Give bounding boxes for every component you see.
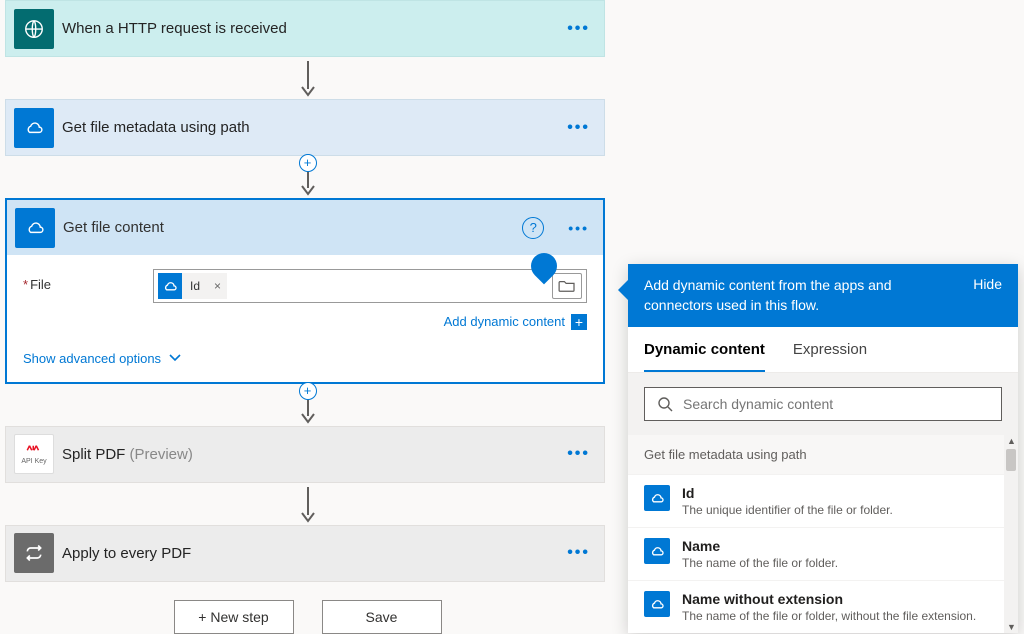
dynamic-content-panel: Add dynamic content from the apps and co…	[628, 264, 1018, 633]
item-name: Name without extension	[682, 591, 976, 607]
more-menu-icon[interactable]: •••	[553, 20, 604, 38]
more-menu-icon[interactable]: •••	[553, 445, 604, 463]
param-label: *File	[23, 269, 153, 292]
cloud-icon	[644, 538, 670, 564]
more-menu-icon[interactable]: •••	[553, 544, 604, 562]
scrollbar[interactable]: ▲ ▼	[1004, 435, 1018, 633]
tab-dynamic-content[interactable]: Dynamic content	[644, 327, 765, 372]
folder-picker-button[interactable]	[552, 273, 582, 299]
insert-step-button[interactable]: +	[299, 382, 317, 400]
insert-step-button[interactable]: +	[299, 154, 317, 172]
step-split-pdf[interactable]: API Key Split PDF (Preview) •••	[5, 426, 605, 483]
hide-panel-button[interactable]: Hide	[973, 276, 1002, 292]
item-name: Id	[682, 485, 893, 501]
panel-header: Add dynamic content from the apps and co…	[628, 264, 1018, 327]
step-http-trigger[interactable]: When a HTTP request is received •••	[5, 0, 605, 57]
connector-arrow	[5, 483, 610, 525]
dynamic-content-item[interactable]: Name without extension The name of the fi…	[628, 580, 1018, 633]
add-dynamic-content-link[interactable]: Add dynamic content +	[444, 314, 587, 330]
more-menu-icon[interactable]: •••	[554, 220, 603, 236]
step-title: Get file content	[63, 219, 522, 236]
cloud-icon	[15, 208, 55, 248]
step-header[interactable]: Get file content ? •••	[7, 200, 603, 255]
search-icon	[657, 396, 673, 412]
show-advanced-options-link[interactable]: Show advanced options	[23, 351, 181, 366]
connector-arrow: +	[5, 156, 610, 198]
plus-icon: +	[571, 314, 587, 330]
item-description: The name of the file or folder, without …	[682, 609, 976, 623]
file-input[interactable]: Id ×	[153, 269, 587, 303]
step-title: Get file metadata using path	[62, 119, 553, 136]
token-label: Id	[182, 279, 208, 293]
cloud-icon	[158, 273, 182, 299]
step-title: Apply to every PDF	[62, 545, 553, 562]
save-button[interactable]: Save	[322, 600, 442, 634]
more-menu-icon[interactable]: •••	[553, 119, 604, 137]
tab-expression[interactable]: Expression	[793, 327, 867, 372]
step-title: Split PDF (Preview)	[62, 446, 553, 463]
step-title: When a HTTP request is received	[62, 20, 553, 37]
token-remove-icon[interactable]: ×	[208, 279, 227, 293]
loop-icon	[14, 533, 54, 573]
search-field[interactable]	[683, 396, 989, 412]
panel-description: Add dynamic content from the apps and co…	[644, 276, 957, 315]
scrollbar-thumb[interactable]	[1006, 449, 1016, 471]
scroll-down-icon[interactable]: ▼	[1007, 622, 1016, 632]
help-icon[interactable]: ?	[522, 217, 544, 239]
chevron-down-icon	[169, 354, 181, 362]
cloud-icon	[644, 485, 670, 511]
globe-icon	[14, 9, 54, 49]
item-name: Name	[682, 538, 838, 554]
footer-actions: + New step Save	[5, 582, 610, 634]
scroll-up-icon[interactable]: ▲	[1007, 436, 1016, 446]
api-key-icon: API Key	[14, 434, 54, 474]
panel-tabs: Dynamic content Expression	[628, 327, 1018, 373]
step-get-metadata[interactable]: Get file metadata using path •••	[5, 99, 605, 156]
cloud-icon	[644, 591, 670, 617]
group-header: Get file metadata using path	[628, 435, 1018, 474]
token-id[interactable]: Id ×	[158, 273, 227, 299]
param-file: *File Id ×	[23, 269, 587, 330]
step-get-file-content: Get file content ? ••• *File Id ×	[5, 198, 605, 384]
cloud-icon	[14, 108, 54, 148]
connector-arrow: +	[5, 384, 610, 426]
search-input[interactable]	[644, 387, 1002, 421]
dynamic-content-item[interactable]: Id The unique identifier of the file or f…	[628, 474, 1018, 527]
connector-arrow	[5, 57, 610, 99]
item-description: The name of the file or folder.	[682, 556, 838, 570]
new-step-button[interactable]: + New step	[174, 600, 294, 634]
step-apply-to-each[interactable]: Apply to every PDF •••	[5, 525, 605, 582]
item-description: The unique identifier of the file or fol…	[682, 503, 893, 517]
dynamic-content-item[interactable]: Name The name of the file or folder.	[628, 527, 1018, 580]
